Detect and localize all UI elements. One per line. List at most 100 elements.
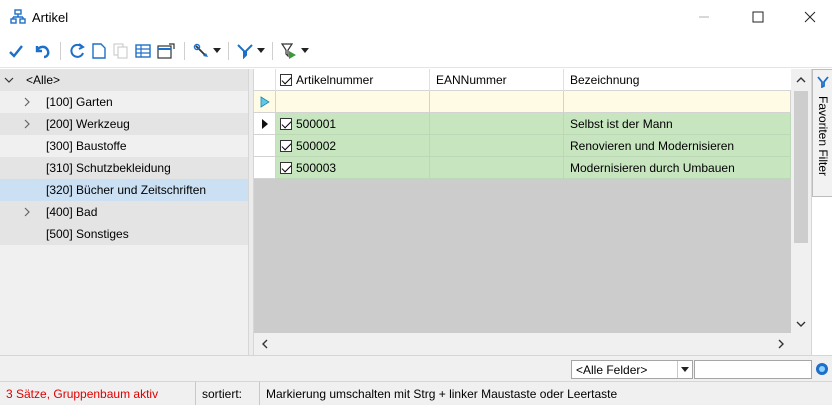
tree-item-garten[interactable]: [100] Garten xyxy=(0,91,248,113)
tree-item-label: [100] Garten xyxy=(46,95,113,109)
favorites-filter-label: Favoriten Filter xyxy=(816,96,830,177)
toolbar-separator xyxy=(184,42,185,60)
app-icon xyxy=(10,9,26,25)
tree-item-schutzbekleidung[interactable]: [310] Schutzbekleidung xyxy=(0,157,248,179)
new-row-cell[interactable] xyxy=(430,91,564,113)
filter-icon xyxy=(817,76,829,88)
new-row-cell[interactable] xyxy=(564,91,791,113)
row-indicator xyxy=(254,135,276,157)
search-bar: <Alle Felder> xyxy=(0,355,832,381)
maximize-button[interactable] xyxy=(736,0,780,34)
row-indicator xyxy=(254,91,276,113)
table-view-icon[interactable] xyxy=(134,41,152,61)
column-header-bezeichnung[interactable]: Bezeichnung xyxy=(564,69,791,91)
artikelnummer-value: 500001 xyxy=(296,116,337,131)
tree-item-bad[interactable]: [400] Bad xyxy=(0,201,248,223)
scroll-right-icon[interactable] xyxy=(776,339,786,349)
chevron-right-icon[interactable] xyxy=(22,119,32,129)
row-checkbox[interactable] xyxy=(280,139,292,152)
column-header-label: Bezeichnung xyxy=(570,73,640,87)
tree-item-label: [320] Bücher und Zeitschriften xyxy=(46,183,207,197)
status-bar: 3 Sätze, Gruppenbaum aktiv sortiert: Mar… xyxy=(0,381,832,405)
close-button[interactable] xyxy=(788,0,832,34)
cell-eannummer[interactable] xyxy=(430,157,564,179)
window-title: Artikel xyxy=(32,10,69,25)
artikelnummer-value: 500003 xyxy=(296,160,337,175)
tree-item-werkzeug[interactable]: [200] Werkzeug xyxy=(0,113,248,135)
tree-item-sonstiges[interactable]: [500] Sonstiges xyxy=(0,223,248,245)
cell-artikelnummer[interactable]: 500002 xyxy=(276,135,430,157)
tree-item-label: [400] Bad xyxy=(46,205,98,219)
toolbar-separator xyxy=(272,42,273,60)
search-field-select[interactable]: <Alle Felder> xyxy=(571,360,693,379)
scroll-corner xyxy=(791,333,811,355)
tree-item-label: [300] Baustoffe xyxy=(46,139,127,153)
search-go-icon[interactable] xyxy=(815,362,829,376)
filter-dropdown-icon[interactable] xyxy=(256,41,266,61)
table-row[interactable]: 500003 Modernisieren durch Umbauen xyxy=(254,157,791,179)
cell-bezeichnung[interactable]: Selbst ist der Mann xyxy=(564,113,791,135)
scroll-left-icon[interactable] xyxy=(260,339,270,349)
cell-artikelnummer[interactable]: 500001 xyxy=(276,113,430,135)
search-input[interactable] xyxy=(694,360,812,379)
tree-item-label: [500] Sonstiges xyxy=(46,227,129,241)
chevron-down-icon[interactable] xyxy=(4,75,14,85)
filter-icon[interactable] xyxy=(236,41,254,61)
row-checkbox[interactable] xyxy=(280,161,292,174)
tree-item-label: [310] Schutzbekleidung xyxy=(46,161,171,175)
scroll-thumb[interactable] xyxy=(794,91,808,243)
group-tree: <Alle> [100] Garten [200] Werkzeug [300]… xyxy=(0,69,248,355)
tools-icon[interactable] xyxy=(192,41,210,61)
cell-artikelnummer[interactable]: 500003 xyxy=(276,157,430,179)
filter-run-icon[interactable] xyxy=(280,41,298,61)
cell-eannummer[interactable] xyxy=(430,113,564,135)
toolbar xyxy=(0,34,832,68)
tree-item-all[interactable]: <Alle> xyxy=(0,69,248,91)
tree-item-buecher[interactable]: [320] Bücher und Zeitschriften xyxy=(0,179,248,201)
tree-item-label: <Alle> xyxy=(26,73,61,87)
cell-bezeichnung[interactable]: Modernisieren durch Umbauen xyxy=(564,157,791,179)
new-document-icon[interactable] xyxy=(91,41,107,61)
artikelnummer-value: 500002 xyxy=(296,138,337,153)
column-header-eannummer[interactable]: EANNummer xyxy=(430,69,564,91)
tree-item-baustoffe[interactable]: [300] Baustoffe xyxy=(0,135,248,157)
column-header-artikelnummer[interactable]: Artikelnummer xyxy=(276,69,430,91)
title-bar: Artikel xyxy=(0,0,832,34)
copy-document-icon[interactable] xyxy=(112,41,130,61)
header-indicator-cell xyxy=(254,69,276,91)
refresh-icon[interactable] xyxy=(68,41,86,61)
tools-dropdown-icon[interactable] xyxy=(212,41,222,61)
table-row[interactable]: 500002 Renovieren und Modernisieren xyxy=(254,135,791,157)
chevron-right-icon[interactable] xyxy=(22,207,32,217)
column-header-label: EANNummer xyxy=(436,73,507,87)
new-row[interactable] xyxy=(254,91,791,113)
favorites-filter-tab[interactable]: Favoriten Filter xyxy=(812,69,832,197)
horizontal-scrollbar[interactable] xyxy=(254,333,791,355)
row-checkbox[interactable] xyxy=(280,117,292,130)
chevron-right-icon[interactable] xyxy=(22,97,32,107)
undo-icon[interactable] xyxy=(32,41,52,61)
cell-eannummer[interactable] xyxy=(430,135,564,157)
status-hint: Markierung umschalten mit Strg + linker … xyxy=(266,386,618,401)
filter-run-dropdown-icon[interactable] xyxy=(300,41,310,61)
check-icon[interactable] xyxy=(8,41,24,61)
chevron-down-icon[interactable] xyxy=(677,361,692,378)
table-row[interactable]: 500001 Selbst ist der Mann xyxy=(254,113,791,135)
current-row-arrow-icon xyxy=(261,118,268,129)
status-sort: sortiert: xyxy=(196,382,260,405)
tree-item-label: [200] Werkzeug xyxy=(46,117,130,131)
properties-icon[interactable] xyxy=(156,41,176,61)
row-indicator xyxy=(254,157,276,179)
toolbar-separator xyxy=(60,42,61,60)
scroll-down-icon[interactable] xyxy=(796,319,806,329)
new-row-cell[interactable] xyxy=(276,91,430,113)
grid-header: Artikelnummer EANNummer Bezeichnung xyxy=(254,69,791,91)
vertical-scrollbar[interactable] xyxy=(791,69,811,333)
minimize-button[interactable] xyxy=(682,0,726,34)
new-row-arrow-icon xyxy=(260,95,270,108)
select-all-checkbox[interactable] xyxy=(280,74,292,86)
cell-bezeichnung[interactable]: Renovieren und Modernisieren xyxy=(564,135,791,157)
scroll-up-icon[interactable] xyxy=(796,75,806,85)
row-indicator xyxy=(254,113,276,135)
search-field-value: <Alle Felder> xyxy=(576,362,648,377)
